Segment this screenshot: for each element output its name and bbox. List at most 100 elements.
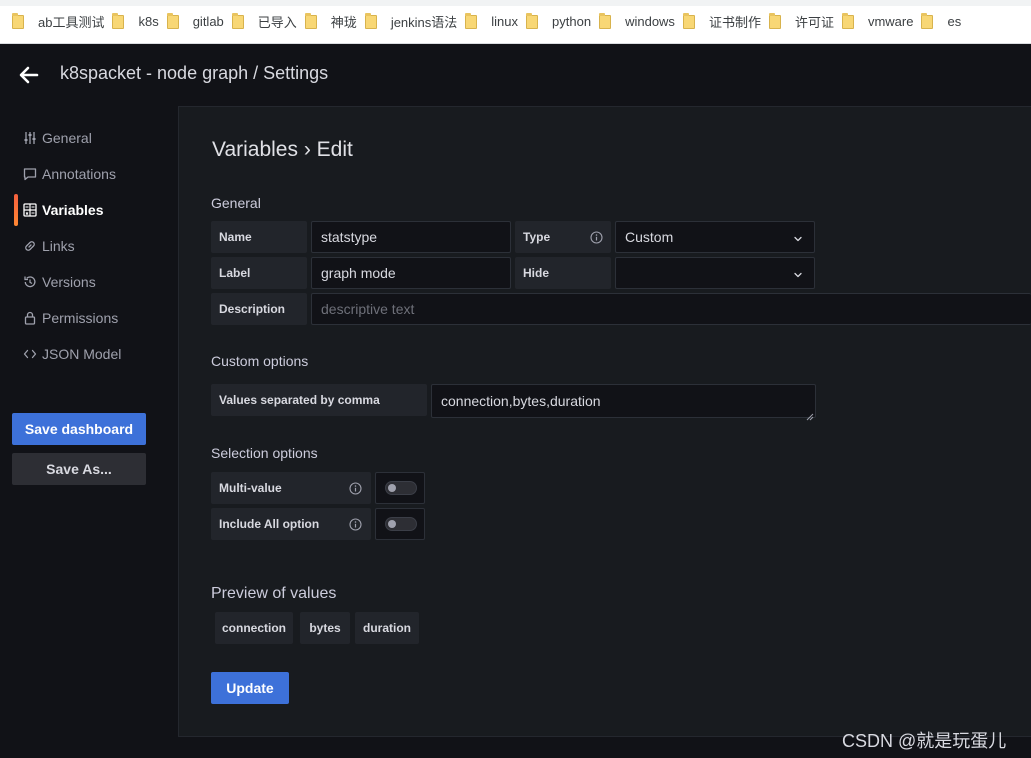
- bookmark-es[interactable]: es: [919, 8, 967, 36]
- multi-value-label: Multi-value: [211, 472, 371, 504]
- bookmark-shenlong[interactable]: 神珑: [303, 8, 363, 36]
- info-icon[interactable]: [349, 482, 362, 495]
- watermark: CSDN @就是玩蛋儿: [842, 731, 1007, 751]
- folder-icon: [364, 12, 377, 29]
- folder-icon: [231, 12, 244, 29]
- bookmark-label: 已导入: [257, 15, 297, 30]
- link-icon: [23, 239, 37, 253]
- label-input[interactable]: graph mode: [311, 257, 511, 289]
- sidebar-item-json-model[interactable]: JSON Model: [14, 338, 164, 370]
- bookmarks-bar: ab工具测试 k8s gitlab 已导入 神珑 jenkins语法 linux…: [0, 0, 1031, 44]
- sidebar-item-versions[interactable]: Versions: [14, 266, 164, 298]
- bookmark-linux[interactable]: linux: [463, 8, 524, 36]
- sidebar-item-label: General: [42, 130, 92, 146]
- bookmark-gitlab[interactable]: gitlab: [165, 8, 230, 36]
- sidebar-item-label: Versions: [42, 274, 96, 290]
- sidebar-item-variables[interactable]: Variables: [14, 194, 164, 226]
- selection-options-heading: Selection options: [211, 445, 318, 461]
- bookmark-label: 许可证: [794, 15, 834, 30]
- description-input[interactable]: descriptive text: [311, 293, 1031, 325]
- values-separated-label: Values separated by comma: [211, 384, 427, 416]
- sidebar-item-general[interactable]: General: [14, 122, 164, 154]
- bookmark-label: es: [947, 14, 962, 29]
- bookmark-certificates[interactable]: 证书制作: [681, 8, 767, 36]
- folder-icon: [841, 12, 854, 29]
- folder-icon: [526, 12, 539, 29]
- multi-value-toggle[interactable]: [375, 472, 425, 504]
- info-icon[interactable]: [590, 231, 603, 244]
- page-header: k8spacket - node graph / Settings: [0, 44, 1031, 106]
- name-input[interactable]: statstype: [311, 221, 511, 253]
- bookmark-label: python: [552, 14, 592, 29]
- preview-value-chip: bytes: [300, 612, 350, 644]
- sidebar-item-label: Variables: [42, 202, 104, 218]
- hide-select[interactable]: [615, 257, 815, 289]
- back-arrow-icon[interactable]: [18, 64, 40, 86]
- sidebar-item-label: Permissions: [42, 310, 119, 326]
- bookmark-license[interactable]: 许可证: [767, 8, 840, 36]
- toggle-knob: [388, 520, 396, 528]
- bookmark-jenkins[interactable]: jenkins语法: [363, 8, 463, 36]
- lock-icon: [23, 311, 37, 325]
- type-label: Type: [515, 221, 611, 253]
- update-button[interactable]: Update: [211, 672, 289, 704]
- calculator-icon: [23, 203, 37, 217]
- history-icon: [23, 275, 37, 289]
- bookmark-k8s[interactable]: k8s: [110, 8, 164, 36]
- sidebar-item-label: Annotations: [42, 166, 116, 182]
- multi-value-label-text: Multi-value: [219, 481, 282, 495]
- type-label-text: Type: [523, 230, 551, 244]
- bookmark-ab-tools[interactable]: ab工具测试: [10, 8, 110, 36]
- page-title: k8spacket - node graph / Settings: [60, 63, 329, 83]
- folder-icon: [682, 12, 695, 29]
- toggle-knob: [388, 484, 396, 492]
- general-section-heading: General: [211, 195, 261, 211]
- sidebar-item-permissions[interactable]: Permissions: [14, 302, 164, 334]
- sidebar-item-label: Links: [42, 238, 75, 254]
- preview-value-chip: connection: [215, 612, 293, 644]
- folder-icon: [112, 12, 125, 29]
- sidebar-item-annotations[interactable]: Annotations: [14, 158, 164, 190]
- sidebar-item-links[interactable]: Links: [14, 230, 164, 262]
- bookmark-label: 神珑: [330, 15, 357, 30]
- browser-chrome-strip: [0, 0, 1031, 6]
- bookmark-label: ab工具测试: [38, 15, 105, 30]
- include-all-toggle[interactable]: [375, 508, 425, 540]
- bookmark-label: gitlab: [192, 14, 224, 29]
- bookmark-imported[interactable]: 已导入: [230, 8, 303, 36]
- sidebar-item-label: JSON Model: [42, 346, 122, 362]
- editor-title: Variables › Edit: [212, 138, 353, 161]
- type-select[interactable]: Custom: [615, 221, 815, 253]
- custom-values-text: connection,bytes,duration: [441, 393, 601, 409]
- brackets-icon: [23, 347, 37, 361]
- folder-icon: [768, 12, 781, 29]
- save-dashboard-button[interactable]: Save dashboard: [12, 413, 146, 445]
- bookmark-label: 证书制作: [708, 15, 761, 30]
- bookmark-vmware[interactable]: vmware: [840, 8, 920, 36]
- preview-value-chip: duration: [355, 612, 419, 644]
- chevron-down-icon: [792, 232, 804, 244]
- folder-icon: [304, 12, 317, 29]
- custom-values-textarea[interactable]: connection,bytes,duration: [431, 384, 816, 421]
- bookmark-label: windows: [625, 14, 675, 29]
- info-icon[interactable]: [349, 518, 362, 531]
- folder-icon: [465, 12, 478, 29]
- folder-icon: [599, 12, 612, 29]
- bookmark-windows[interactable]: windows: [597, 8, 681, 36]
- label-label: Label: [211, 257, 307, 289]
- name-label: Name: [211, 221, 307, 253]
- description-label: Description: [211, 293, 307, 325]
- folder-icon: [12, 12, 24, 29]
- folder-icon: [166, 12, 179, 29]
- save-as-button[interactable]: Save As...: [12, 453, 146, 485]
- toggle-track: [385, 517, 417, 531]
- hide-label: Hide: [515, 257, 611, 289]
- bookmark-python[interactable]: python: [524, 8, 597, 36]
- preview-heading: Preview of values: [211, 585, 337, 602]
- resize-grip-icon[interactable]: [806, 408, 814, 421]
- sliders-icon: [23, 131, 37, 145]
- include-all-label-text: Include All option: [219, 517, 320, 531]
- bookmark-label: jenkins语法: [390, 15, 458, 30]
- include-all-label: Include All option: [211, 508, 371, 540]
- type-select-value: Custom: [625, 229, 674, 245]
